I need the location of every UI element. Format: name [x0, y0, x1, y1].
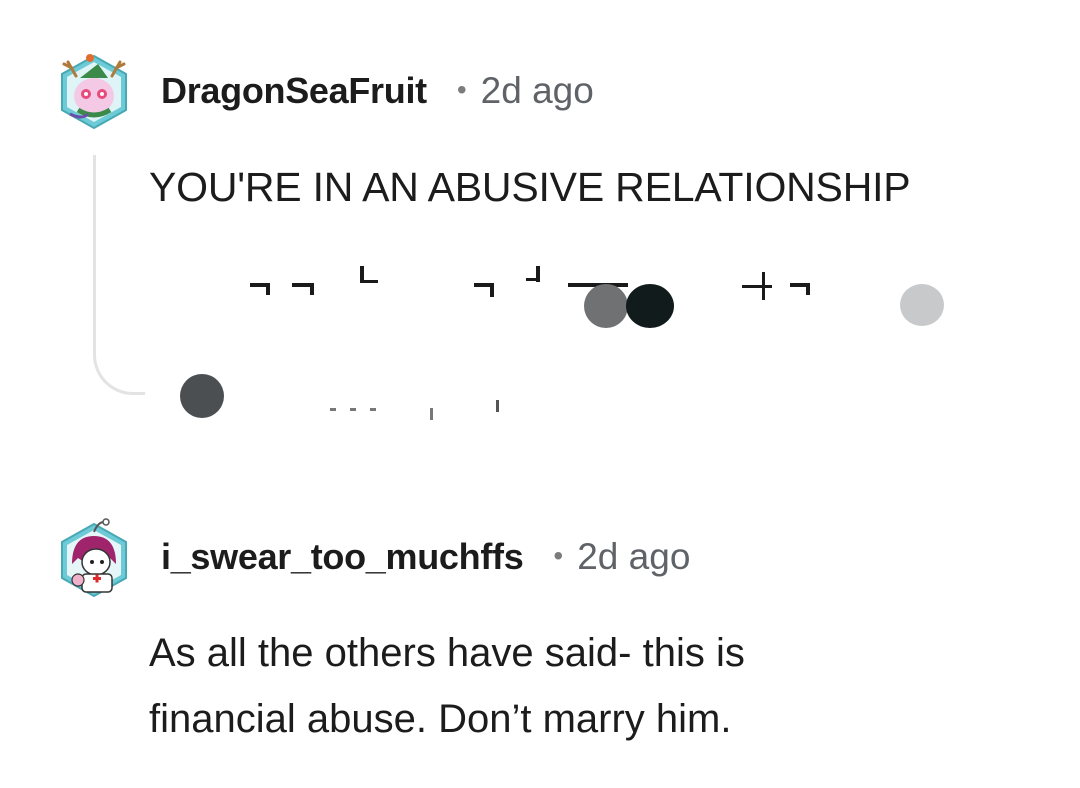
comment-meta: DragonSeaFruit • 2d ago [161, 70, 594, 112]
nurse-character-avatar-icon [61, 518, 127, 598]
deer-creature-avatar-icon [61, 54, 127, 130]
meta-separator: • [553, 540, 564, 571]
username-link[interactable]: i_swear_too_muchffs [161, 536, 524, 578]
comment-body-line: As all the others have said- this is [149, 631, 745, 675]
user-avatar[interactable] [58, 50, 130, 130]
username-link[interactable]: DragonSeaFruit [161, 70, 427, 112]
comment-meta: i_swear_too_muchffs • 2d ago [161, 536, 690, 578]
avatar-blob [180, 374, 224, 418]
timestamp: 2d ago [577, 536, 691, 577]
comment-body: As all the others have said- this is fin… [149, 620, 745, 752]
gray-blob [584, 284, 628, 328]
comment-2: i_swear_too_muchffs • 2d ago As all the … [0, 500, 1080, 788]
meta-separator: • [456, 74, 467, 105]
comment-body-line: financial abuse. Don’t marry him. [149, 697, 732, 741]
thread-line[interactable] [93, 155, 145, 395]
light-blob [900, 284, 944, 326]
user-avatar[interactable] [58, 518, 130, 598]
dark-blob [626, 284, 674, 328]
comment-1: DragonSeaFruit • 2d ago YOU'RE IN AN ABU… [0, 0, 1080, 440]
timestamp: 2d ago [480, 70, 594, 111]
comment-body: YOU'RE IN AN ABUSIVE RELATIONSHIP [149, 164, 911, 210]
